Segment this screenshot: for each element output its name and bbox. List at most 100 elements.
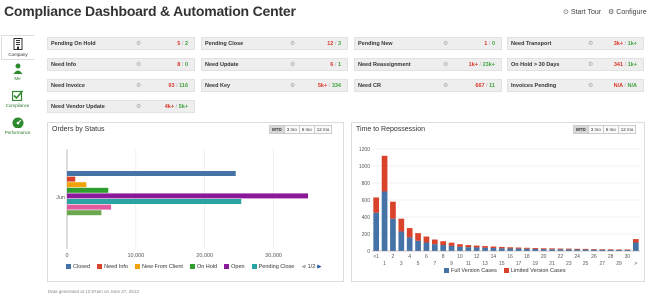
kpi-red-value: 4k+ [164,104,175,110]
bar-limited-5 [415,233,421,241]
x-tick-label: > [634,261,637,267]
kpi-pending-close[interactable]: Pending Close ⚙ 12 / 3 [201,37,348,50]
gear-icon[interactable]: ⚙ [588,61,593,68]
bar-limited-22 [557,248,564,250]
kpi-invoices-pending[interactable]: Invoices Pending ⚙ N/A / N/A [507,79,644,92]
x-tick-label: 16 [507,254,513,260]
kpi-values: 6 / 1 [330,62,341,68]
kpi-label: Invoices Pending [511,83,557,89]
kpi-on-hold-30-days[interactable]: On Hold > 30 Days ⚙ 341 / 1k+ [507,58,644,71]
sidebar-item-performance[interactable]: Performance [1,116,34,141]
kpi-values: 12 / 3 [327,41,341,47]
bar-full-1 [381,191,388,251]
gear-icon[interactable]: ⚙ [443,61,448,68]
play-circle-icon: ⊙ [563,9,569,16]
gear-icon[interactable]: ⚙ [136,40,141,47]
tab-mtd[interactable]: MTD [573,125,589,134]
x-tick-label: 0 [65,253,68,259]
kpi-red-value: 3k+ [613,41,624,47]
start-tour-link[interactable]: ⊙ Start Tour [563,8,601,17]
x-tick-label: 24 [574,254,580,260]
kpi-need-invoice[interactable]: Need Invoice ⚙ 93 / 116 [47,79,195,92]
bar-limited-25 [582,248,589,250]
kpi-label: Need Transport [511,41,552,47]
bar-full-17 [515,248,522,251]
footer-timestamp: Data generated at 12:57am on June 27, 20… [48,289,139,294]
gear-icon[interactable]: ⚙ [290,40,295,47]
bar-limited-1 [381,155,388,192]
tab-mtd[interactable]: MTD [269,125,285,134]
tab-6-mo[interactable]: 6 mo [602,125,619,134]
kpi-need-reassignment[interactable]: Need Reassignment ⚙ 1k+ / 23k+ [354,58,502,71]
x-tick-label: 30 [625,254,631,260]
page-title: Compliance Dashboard & Automation Center [4,3,296,19]
kpi-green-value: 2 [184,41,188,47]
pager-next-icon[interactable]: ▶ [317,264,321,270]
sidebar-item-me[interactable]: Me [1,62,34,87]
sidebar-item-company[interactable]: Company [1,35,34,60]
tab-6-mo[interactable]: 6 mo [298,125,315,134]
pager-prev-icon[interactable]: ◀ [301,264,305,270]
bar-4 [67,193,308,199]
kpi-need-vendor-update[interactable]: Need Vendor Update ⚙ 4k+ / 5k+ [47,100,195,113]
legend-item-limited-version[interactable]: Limited Version Cases [503,268,566,274]
kpi-values: 93 / 116 [168,83,188,89]
kpi-need-cr[interactable]: Need CR ⚙ 667 / 11 [354,79,502,92]
tab-12-mo[interactable]: 12 mo [617,125,637,134]
orders-by-status-panel: Orders by Status MTD 3 mo 6 mo 12 mo 0 10… [47,122,344,282]
gear-icon[interactable]: ⚙ [290,82,295,89]
x-tick-label: 23 [566,261,572,267]
legend-item-on-hold[interactable]: On Hold [189,264,217,270]
gear-icon[interactable]: ⚙ [443,82,448,89]
bar-limited-4 [406,228,413,238]
y-tick-label: 200 [362,232,371,238]
user-icon [13,63,22,74]
bar-full-14 [490,248,497,251]
tab-3-mo[interactable]: 3 mo [283,125,300,134]
kpi-green-value: 3 [337,41,341,47]
bar-full-10 [457,246,463,251]
legend-item-closed[interactable]: Closed [66,264,90,270]
bar-limited-13 [482,246,488,248]
x-tick-label: 20,000 [196,253,213,259]
bar-limited-20 [540,248,547,250]
gear-icon[interactable]: ⚙ [136,82,141,89]
configure-label: Configure [616,8,647,16]
gear-icon[interactable]: ⚙ [588,40,593,47]
gear-icon[interactable]: ⚙ [136,103,141,110]
bar-limited-16 [507,247,514,249]
gear-icon[interactable]: ⚙ [136,61,141,68]
kpi-need-update[interactable]: Need Update ⚙ 6 / 1 [201,58,348,71]
x-tick-label: 10 [457,254,463,260]
kpi-need-key[interactable]: Need Key ⚙ 5k+ / 334 [201,79,348,92]
legend-item-need-info[interactable]: Need Info [97,264,128,270]
kpi-pending-on-hold[interactable]: Pending On Hold ⚙ 5 / 2 [47,37,195,50]
legend-item-new-from-client[interactable]: New From Client [134,264,183,270]
configure-link[interactable]: ⚙ Configure [608,8,647,17]
legend-item-pending-close[interactable]: Pending Close [251,264,294,270]
kpi-pending-new[interactable]: Pending New ⚙ 1 / 0 [354,37,502,50]
kpi-values: 1 / 0 [484,41,495,47]
x-tick-label: 7 [433,261,436,267]
bar-limited-12 [473,245,480,248]
bar-full-7 [431,244,438,251]
x-tick-label: 28 [608,254,614,260]
legend-item-full-version[interactable]: Full Version Cases [444,268,497,274]
kpi-red-value: 5 [177,41,181,47]
sidebar-item-compliance[interactable]: Compliance [1,89,34,114]
sidebar-item-label: Performance [4,130,31,135]
legend-item-open[interactable]: Open [224,264,245,270]
gear-icon[interactable]: ⚙ [290,61,295,68]
repo-chart: 020040060080010001200<1 2 4 6 8 10 12 14 16 18 20 2… [359,147,640,267]
bar-limited-11 [465,245,472,248]
gear-icon[interactable]: ⚙ [443,40,448,47]
x-tick-label: 22 [558,254,564,260]
tab-12-mo[interactable]: 12 mo [313,125,333,134]
gear-icon[interactable]: ⚙ [588,82,593,89]
kpi-need-transport[interactable]: Need Transport ⚙ 3k+ / 1k+ [507,37,644,50]
kpi-need-info[interactable]: Need Info ⚙ 8 / 0 [47,58,195,71]
kpi-label: On Hold > 30 Days [511,62,560,68]
checkbox-icon [11,90,24,102]
tab-3-mo[interactable]: 3 mo [587,125,604,134]
orders-legend: Closed Need Info New From Client On Hold… [66,264,322,270]
